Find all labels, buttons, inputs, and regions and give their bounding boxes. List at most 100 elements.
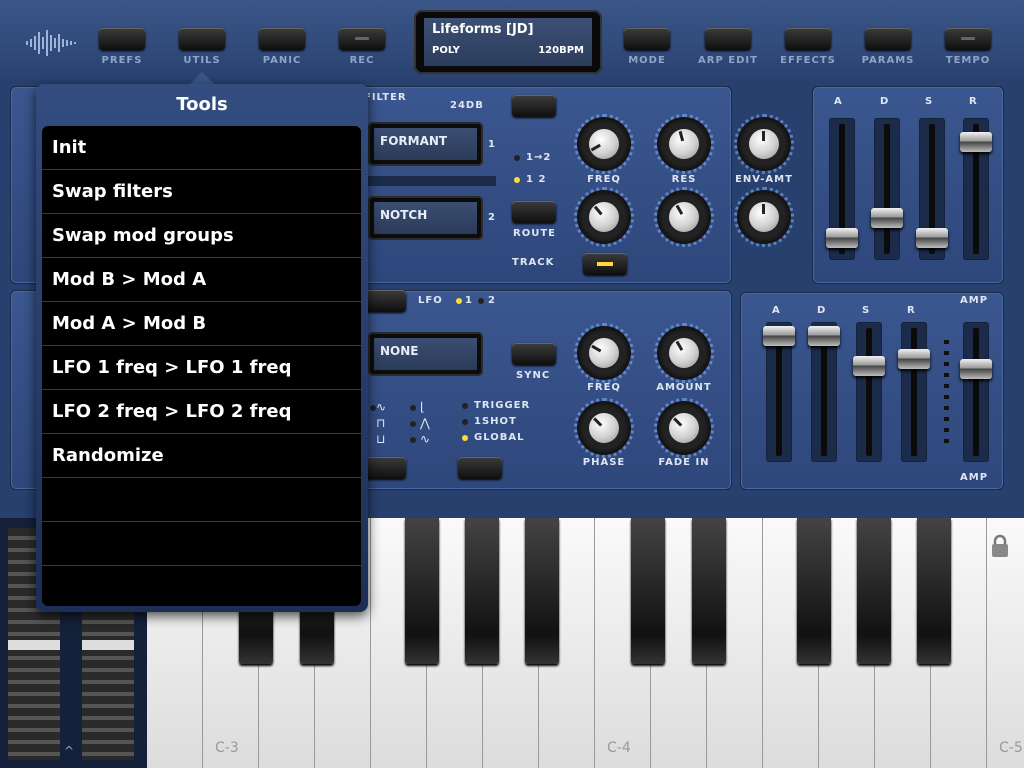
lfo-phase-knob[interactable] [574, 398, 634, 458]
black-key[interactable] [692, 518, 726, 664]
square-wave-icon[interactable]: ⊓ [376, 416, 385, 430]
prefs-button[interactable] [99, 28, 145, 50]
lfo-amount-knob[interactable] [654, 323, 714, 383]
pitch-wheel-marker [8, 640, 60, 650]
filter1-env-amt-knob[interactable] [734, 114, 794, 174]
amp-env-s-handle[interactable] [853, 356, 885, 376]
sine-wave-icon[interactable]: ∿ [376, 400, 386, 414]
menu-item-lfo1-freq[interactable]: LFO 1 freq > LFO 1 freq [42, 346, 361, 390]
amp-env-s-slider[interactable] [856, 322, 882, 462]
lfo2-select-led [478, 298, 484, 304]
lfo-sync-button[interactable] [512, 343, 556, 365]
route-series-label: 1→2 [526, 152, 552, 163]
triangle-wave-icon[interactable]: ⋀ [420, 416, 430, 430]
filter-env-r-handle[interactable] [960, 132, 992, 152]
utils-label: UTILS [183, 55, 221, 66]
black-key[interactable] [631, 518, 665, 664]
filter2-res-knob[interactable] [654, 187, 714, 247]
panic-button[interactable] [259, 28, 305, 50]
black-key[interactable] [797, 518, 831, 664]
filter2-env-amt-knob[interactable] [734, 187, 794, 247]
track-button[interactable] [583, 253, 627, 275]
patch-name: Lifeforms [JD] [432, 22, 534, 37]
filter-env-r-label: R [969, 96, 978, 107]
voice-mode: POLY [432, 45, 460, 56]
amp-level-slider[interactable] [963, 322, 989, 462]
tempo-label: TEMPO [945, 55, 991, 66]
black-key[interactable] [857, 518, 891, 664]
mode-label: MODE [628, 55, 666, 66]
rec-led [355, 37, 369, 40]
filter1-type-display[interactable]: FORMANT [368, 122, 483, 166]
filter2-type-display[interactable]: NOTCH [368, 196, 483, 240]
menu-item-empty [42, 478, 361, 522]
amp-section-label: AMP [960, 295, 989, 306]
menu-item-empty [42, 566, 361, 606]
lfo-fade-in-knob[interactable] [654, 398, 714, 458]
utils-button[interactable] [179, 28, 225, 50]
arp-edit-label: ARP EDIT [698, 55, 758, 66]
route-series-led [514, 155, 520, 161]
oneshot-label[interactable]: 1SHOT [474, 416, 517, 427]
route-button[interactable] [512, 201, 556, 223]
black-key[interactable] [525, 518, 559, 664]
lfo-section-label: LFO [418, 295, 443, 306]
panic-label: PANIC [262, 55, 302, 66]
lfo-top-button[interactable] [362, 290, 406, 312]
filter1-freq-knob[interactable] [574, 114, 634, 174]
route-label: ROUTE [513, 228, 556, 239]
filter2-number: 2 [488, 212, 496, 223]
black-key[interactable] [465, 518, 499, 664]
lock-icon[interactable] [989, 534, 1011, 558]
lfo-bottom-button[interactable] [458, 457, 502, 479]
lfo-freq-knob[interactable] [574, 323, 634, 383]
arp-edit-button[interactable] [705, 28, 751, 50]
chevron-up-icon[interactable]: ^ [64, 744, 74, 758]
menu-item-swap-mod-groups[interactable]: Swap mod groups [42, 214, 361, 258]
track-led [597, 262, 613, 266]
rec-button[interactable] [339, 28, 385, 50]
tempo-button[interactable] [945, 28, 991, 50]
amp-env-r-slider[interactable] [901, 322, 927, 462]
lfo-target-display[interactable]: NONE [368, 332, 483, 376]
slope-button[interactable] [512, 95, 556, 117]
mode-button[interactable] [624, 28, 670, 50]
amp-env-r-handle[interactable] [898, 349, 930, 369]
amp-env-a-handle[interactable] [763, 326, 795, 346]
lfo-fade-in-label: FADE IN [658, 457, 710, 468]
random-wave-icon[interactable]: ∿ [420, 432, 430, 446]
lfo1-select-led [456, 298, 462, 304]
filter-env-a-handle[interactable] [826, 228, 858, 248]
patch-display[interactable]: Lifeforms [JD] POLY 120BPM [414, 10, 602, 74]
menu-item-swap-filters[interactable]: Swap filters [42, 170, 361, 214]
menu-item-mod-a-to-mod-b[interactable]: Mod A > Mod B [42, 302, 361, 346]
filter-section-label: FILTER [364, 92, 407, 103]
filter1-res-knob[interactable] [654, 114, 714, 174]
amp-env-a-label: A [772, 305, 781, 316]
filter-env-d-handle[interactable] [871, 208, 903, 228]
trigger-label[interactable]: TRIGGER [474, 400, 530, 411]
black-key[interactable] [405, 518, 439, 664]
filter2-freq-knob[interactable] [574, 187, 634, 247]
amp-env-d-handle[interactable] [808, 326, 840, 346]
params-button[interactable] [865, 28, 911, 50]
filter-env-d-slider[interactable] [874, 118, 900, 260]
filter-env-s-handle[interactable] [916, 228, 948, 248]
filter-env-s-label: S [925, 96, 934, 107]
black-key[interactable] [917, 518, 951, 664]
lfo-bottom-left-button[interactable] [362, 457, 406, 479]
menu-item-randomize[interactable]: Randomize [42, 434, 361, 478]
route-parallel-led [514, 177, 520, 183]
effects-button[interactable] [785, 28, 831, 50]
res-knob-label: RES [671, 174, 697, 185]
menu-item-lfo2-freq[interactable]: LFO 2 freq > LFO 2 freq [42, 390, 361, 434]
menu-item-init[interactable]: Init [42, 126, 361, 170]
amp-level-handle[interactable] [960, 359, 992, 379]
step-wave-icon[interactable]: ⊔ [376, 432, 385, 446]
global-led [462, 435, 468, 441]
route-parallel-label: 1 2 [526, 174, 547, 185]
popover-arrow [190, 72, 214, 84]
ramp-wave-icon[interactable]: ⌊ [420, 400, 425, 414]
global-label[interactable]: GLOBAL [474, 432, 524, 443]
menu-item-mod-b-to-mod-a[interactable]: Mod B > Mod A [42, 258, 361, 302]
